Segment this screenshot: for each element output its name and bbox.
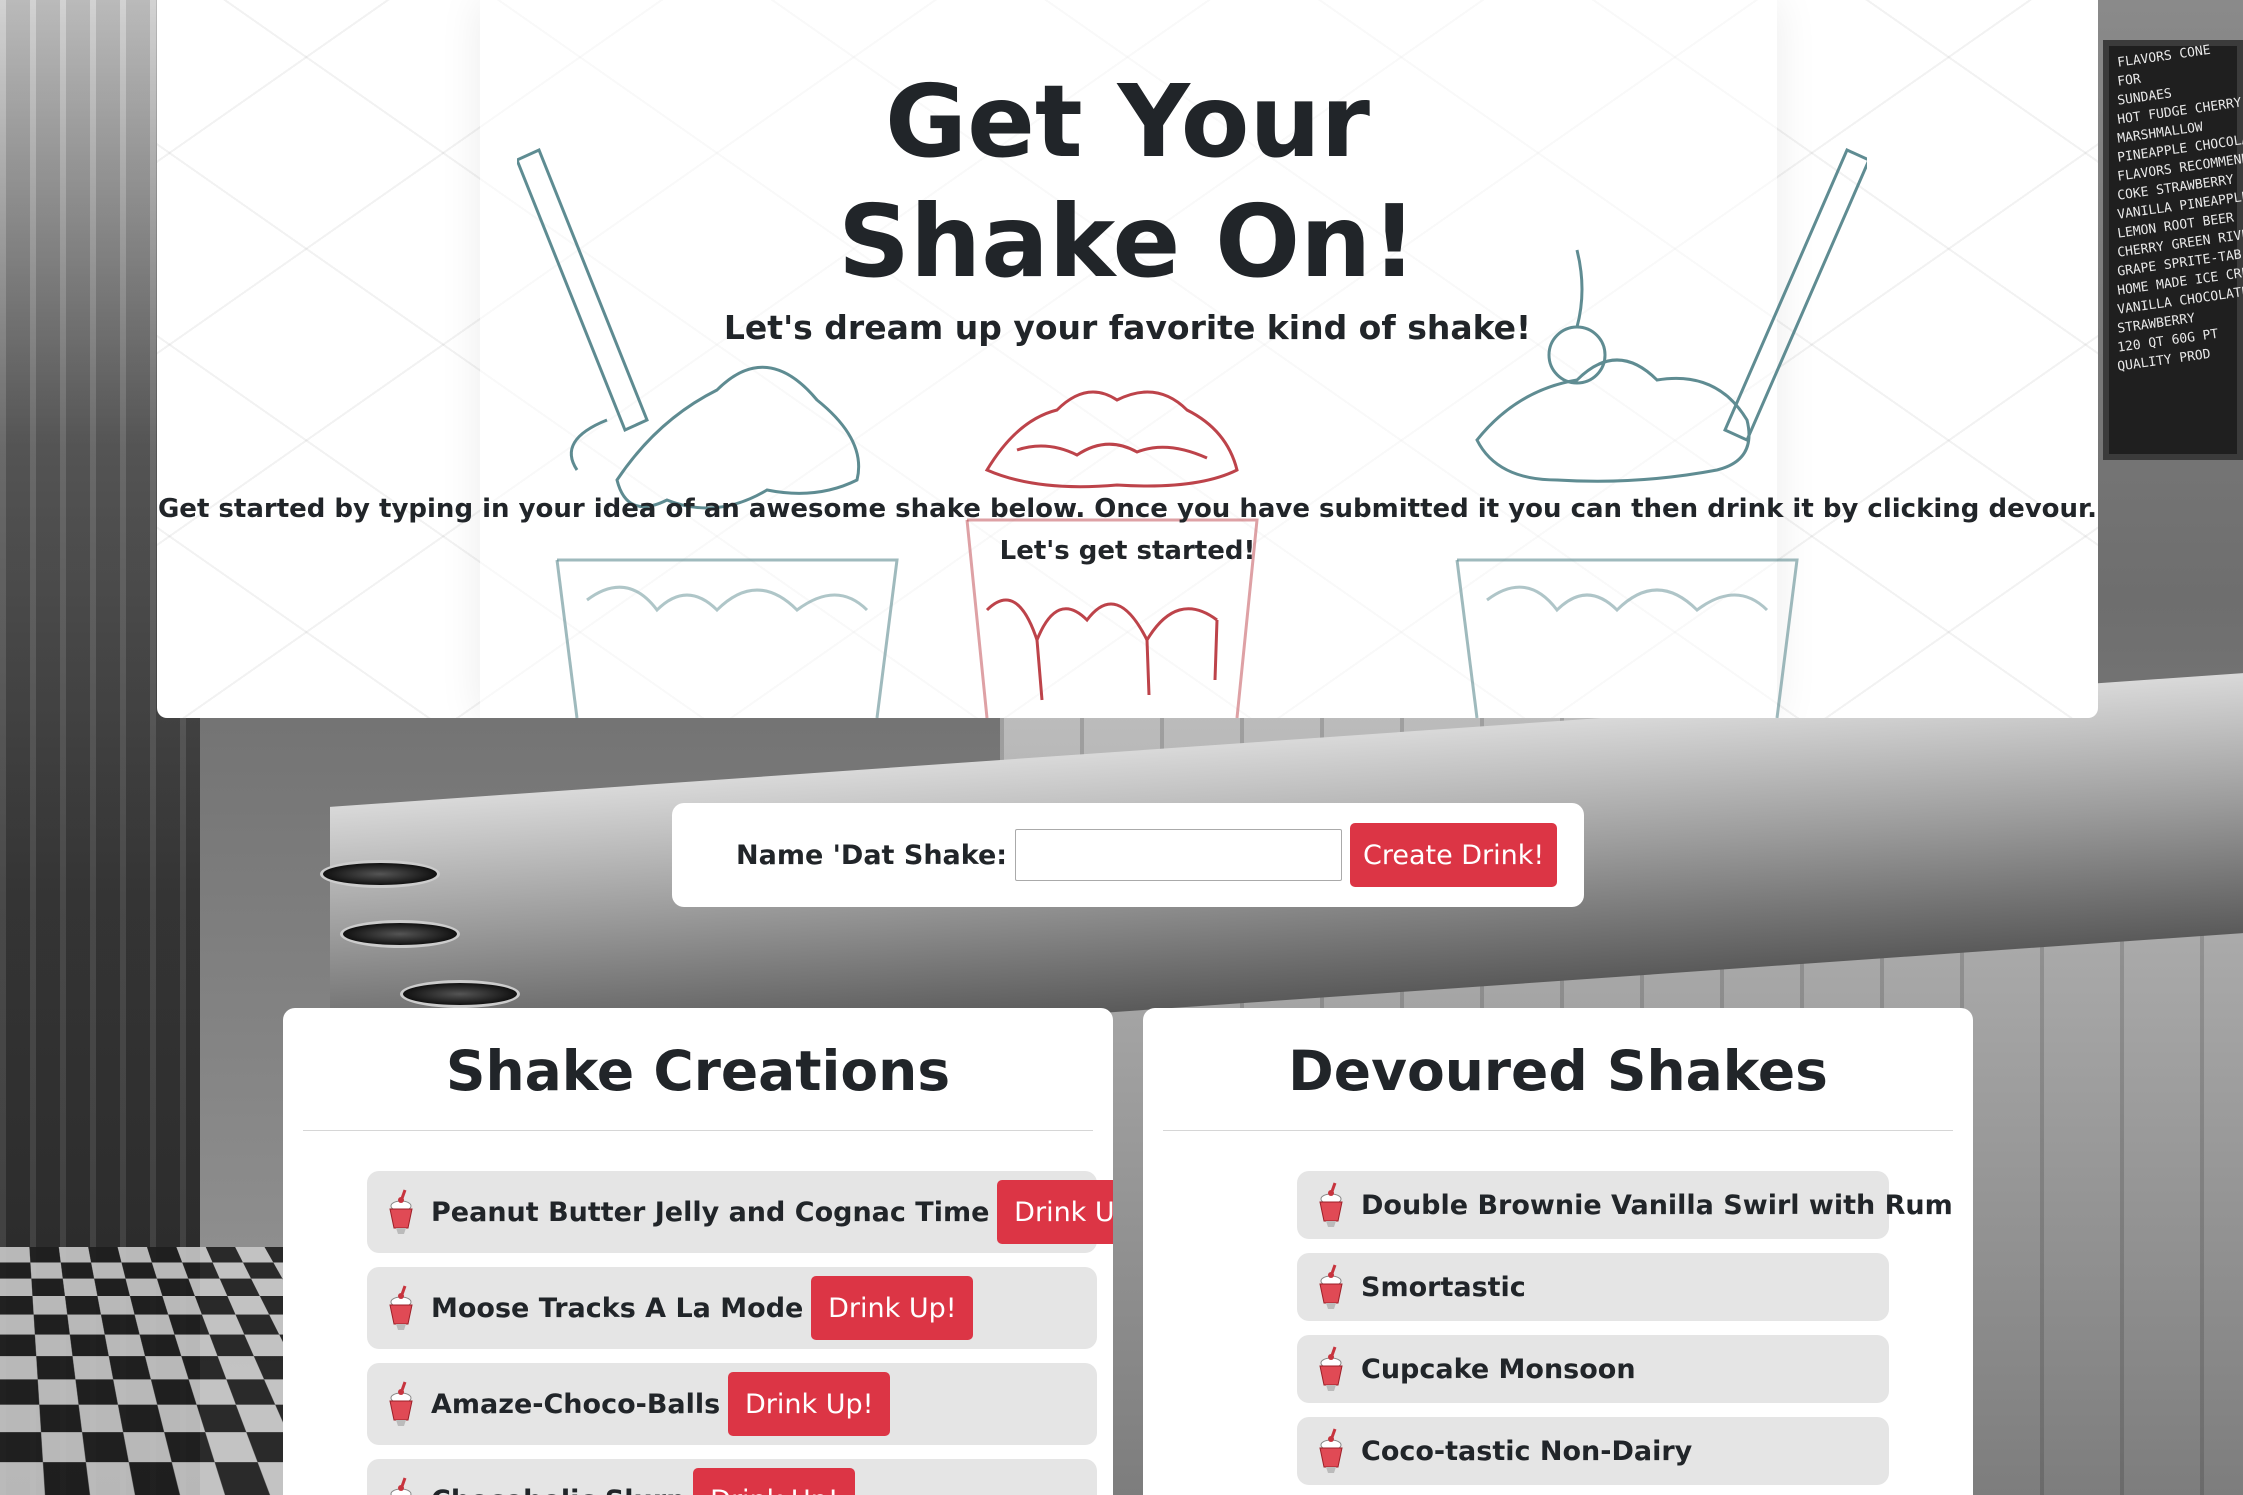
shake-name: Moose Tracks A La Mode — [431, 1292, 804, 1324]
list-item: Chocoholic Slurp Drink Up! — [367, 1459, 1097, 1495]
shake-name: Peanut Butter Jelly and Cognac Time — [431, 1196, 990, 1228]
stool-seat — [400, 980, 520, 1008]
milkshake-icon — [389, 1285, 413, 1330]
devoured-shakes-list: Double Brownie Vanilla Swirl with Rum Sm… — [1297, 1171, 1953, 1485]
drink-up-button[interactable]: Drink Up! — [997, 1180, 1113, 1244]
shake-name: Amaze-Choco-Balls — [431, 1388, 721, 1420]
list-item: Amaze-Choco-Balls Drink Up! — [367, 1363, 1097, 1445]
milkshake-icon — [1319, 1182, 1343, 1227]
list-item: Peanut Butter Jelly and Cognac Time Drin… — [367, 1171, 1113, 1253]
list-item: Cupcake Monsoon — [1297, 1335, 1889, 1403]
shake-name: Coco-tastic Non-Dairy — [1361, 1435, 1693, 1467]
shake-creations-list: Peanut Butter Jelly and Cognac Time Drin… — [367, 1171, 1113, 1495]
devoured-shakes-panel: Devoured Shakes Double Brownie Vanilla S… — [1143, 1008, 1973, 1495]
milkshake-icon — [1319, 1346, 1343, 1391]
shake-name: Chocoholic Slurp — [431, 1485, 685, 1495]
shake-name: Double Brownie Vanilla Swirl with Rum — [1361, 1189, 1953, 1221]
intro-line: Get started by typing in your idea of an… — [157, 494, 2098, 524]
divider — [303, 1130, 1093, 1131]
milkshake-icon — [390, 1477, 412, 1495]
teal-shake-right-illustration — [1455, 148, 1867, 718]
list-item: Smortastic — [1297, 1253, 1889, 1321]
menu-board: FLAVORS CONE FOR SUNDAES HOT FUDGE CHERRY MA… — [2103, 40, 2243, 460]
page-title: Get Your Shake On! — [838, 63, 1417, 300]
shake-creations-heading: Shake Creations — [445, 1039, 951, 1103]
shake-name-label: Name 'Dat Shake: — [736, 839, 1008, 871]
shake-name: Smortastic — [1361, 1271, 1526, 1303]
devoured-shakes-heading: Devoured Shakes — [1288, 1039, 1828, 1103]
shake-name: Cupcake Monsoon — [1361, 1353, 1636, 1385]
divider — [1163, 1130, 1953, 1131]
shake-name-input[interactable] — [1015, 829, 1343, 881]
intro-text: Get started by typing in your idea of an… — [157, 488, 2098, 572]
milkshake-icon — [1319, 1428, 1343, 1473]
drink-up-button[interactable]: Drink Up! — [693, 1468, 856, 1495]
list-item: Moose Tracks A La Mode Drink Up! — [367, 1267, 1097, 1349]
create-shake-form: Name 'Dat Shake: Create Drink! — [672, 803, 1584, 907]
list-item: Coco-tastic Non-Dairy — [1297, 1417, 1889, 1485]
page-subtitle: Let's dream up your favorite kind of sha… — [723, 308, 1532, 347]
drink-up-button[interactable]: Drink Up! — [728, 1372, 891, 1436]
jumbotron: Get Your Shake On! Let's dream up your f… — [157, 0, 2098, 718]
milkshake-icon — [389, 1189, 413, 1234]
list-item: Double Brownie Vanilla Swirl with Rum — [1297, 1171, 1953, 1239]
intro-line: Let's get started! — [999, 536, 1256, 566]
shake-creations-panel: Shake Creations Peanut Butter Jelly and … — [283, 1008, 1113, 1495]
drink-up-button[interactable]: Drink Up! — [811, 1276, 974, 1340]
create-drink-button[interactable]: Create Drink! — [1350, 823, 1558, 887]
stool-seat — [340, 920, 460, 948]
milkshake-icon — [389, 1381, 413, 1426]
stool-seat — [320, 860, 440, 888]
milkshake-icon — [1319, 1264, 1343, 1309]
